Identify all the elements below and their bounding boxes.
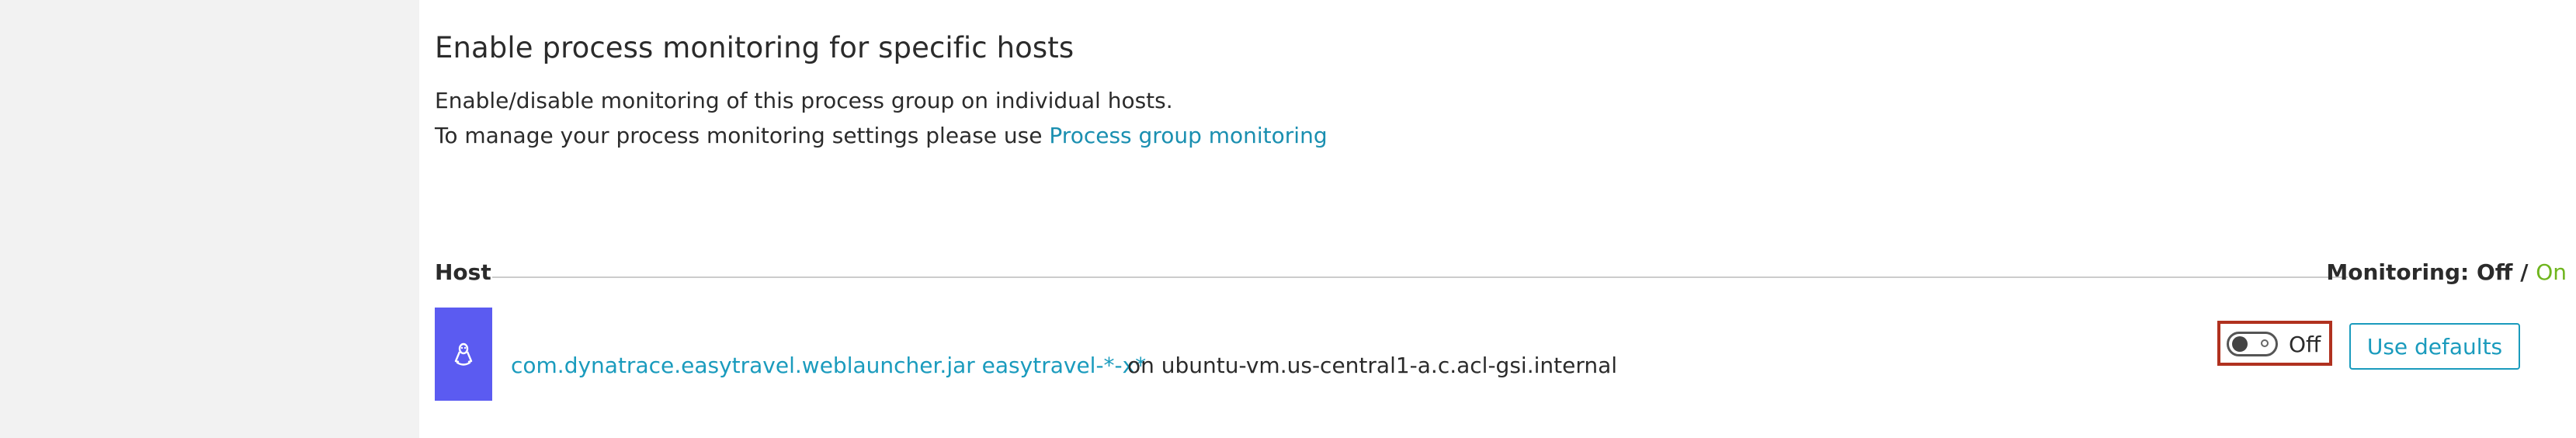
toggle-off-indicator-icon: [2261, 339, 2269, 347]
monitoring-column-header: Monitoring: Off / On: [2326, 259, 2567, 285]
toggle-knob: [2232, 336, 2248, 352]
table-row: com.dynatrace.easytravel.weblauncher.jar…: [435, 308, 2567, 401]
host-os-tile: [435, 308, 492, 401]
page: Enable process monitoring for specific h…: [0, 0, 2576, 438]
monitoring-prefix: Monitoring:: [2326, 259, 2477, 285]
section-title: Enable process monitoring for specific h…: [435, 31, 1074, 64]
host-column-header: Host: [435, 259, 491, 285]
monitoring-on-label: On: [2536, 259, 2567, 285]
section-description-link-line: To manage your process monitoring settin…: [435, 123, 1328, 148]
section-description: Enable/disable monitoring of this proces…: [435, 88, 1173, 113]
left-gutter: [0, 0, 419, 438]
use-defaults-button[interactable]: Use defaults: [2349, 323, 2520, 370]
table-header: Host Monitoring: Off / On: [435, 259, 2567, 290]
host-name: on ubuntu-vm.us-central1-a.c.acl-gsi.int…: [1127, 353, 1618, 378]
process-group-monitoring-link[interactable]: Process group monitoring: [1049, 123, 1327, 148]
settings-panel: Enable process monitoring for specific h…: [419, 0, 2576, 438]
process-group-link[interactable]: com.dynatrace.easytravel.weblauncher.jar…: [511, 353, 1146, 378]
header-divider: [492, 276, 2348, 278]
description-text: To manage your process monitoring settin…: [435, 123, 1050, 148]
monitoring-off-label: Off: [2476, 259, 2513, 285]
toggle-state-label: Off: [2289, 331, 2321, 357]
toggle-switch[interactable]: [2227, 332, 2278, 356]
monitoring-separator: /: [2512, 259, 2536, 285]
monitoring-toggle[interactable]: Off: [2227, 328, 2328, 360]
linux-icon: [454, 342, 473, 366]
